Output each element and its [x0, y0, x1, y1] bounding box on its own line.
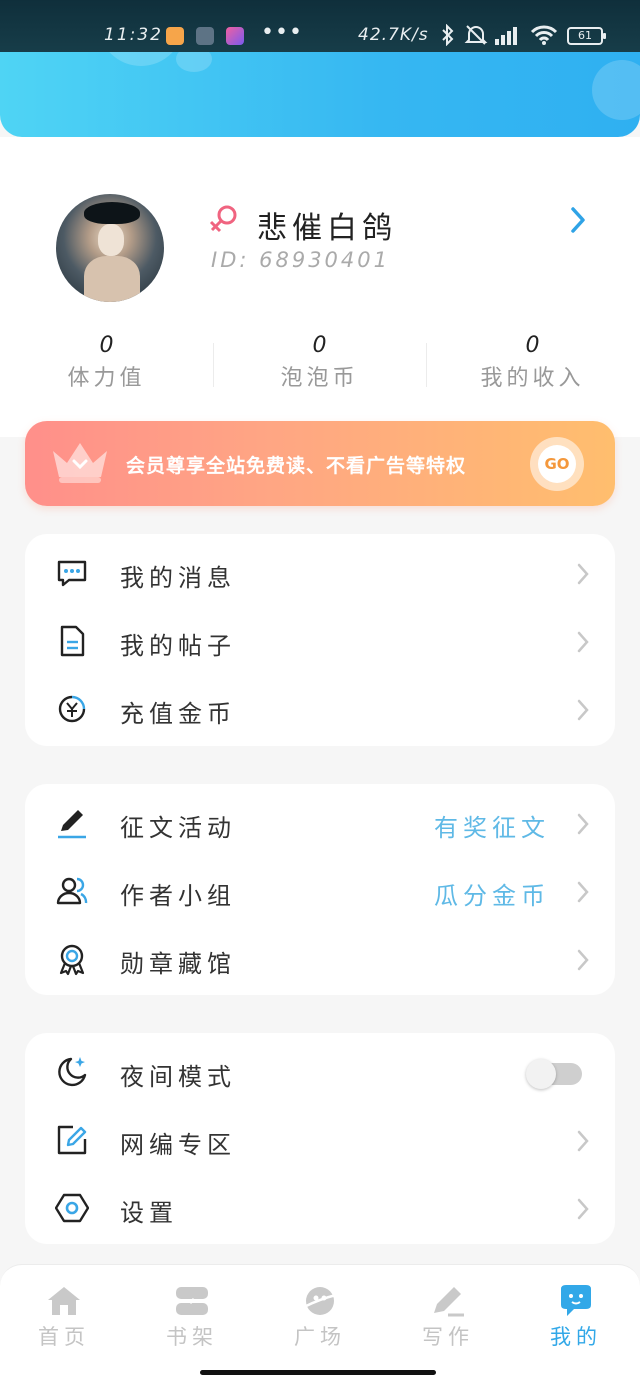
toggle-knob [526, 1059, 556, 1089]
menu-item-recharge-coins[interactable]: 充值金币 [25, 674, 615, 742]
nav-home[interactable]: 首页 [0, 1265, 128, 1365]
menu-item-essay-contest[interactable]: 征文活动 有奖征文 [25, 788, 615, 856]
nav-writing[interactable]: 写作 [384, 1265, 512, 1365]
nav-mine[interactable]: 我的 [512, 1265, 640, 1365]
vip-go-button[interactable]: GO [530, 437, 584, 491]
decor-bubble [592, 60, 640, 120]
chevron-right-icon [577, 563, 589, 585]
pen-icon [58, 810, 86, 839]
chevron-right-icon [577, 813, 589, 835]
avatar-face-shape [98, 224, 124, 256]
menu-item-label: 作者小组 [120, 882, 236, 910]
stat-income[interactable]: 0 我的收入 [426, 333, 639, 392]
go-label: GO [538, 445, 576, 483]
menu-item-my-posts[interactable]: 我的帖子 [25, 606, 615, 674]
menu-card-personal: 我的消息 我的帖子 充值金币 [25, 534, 615, 746]
nav-label: 广场 [294, 1325, 346, 1349]
home-indicator[interactable] [200, 1370, 436, 1375]
menu-item-tag: 瓜分金币 [434, 882, 550, 910]
signal-icon [495, 27, 517, 45]
stat-value: 0 [99, 333, 114, 358]
stat-stamina[interactable]: 0 体力值 [0, 333, 213, 392]
chevron-right-icon [577, 1198, 589, 1220]
female-gender-icon [209, 205, 237, 233]
nav-label: 书架 [166, 1325, 218, 1349]
bookshelf-icon [176, 1287, 208, 1315]
stat-label: 泡泡币 [280, 366, 359, 391]
menu-item-medal-gallery[interactable]: 勋章藏馆 [25, 924, 615, 992]
menu-item-label: 我的帖子 [120, 632, 236, 660]
menu-item-label: 勋章藏馆 [120, 950, 236, 978]
notification-app-icon [226, 27, 244, 45]
avatar-hat-shape [84, 202, 140, 224]
more-notifications-icon: ••• [261, 20, 303, 45]
avatar[interactable] [56, 194, 164, 302]
stat-label: 体力值 [67, 366, 146, 391]
night-mode-toggle[interactable] [526, 1059, 582, 1089]
bottom-navigation: 首页 书架 广场 写作 我的 [0, 1264, 640, 1387]
nav-label: 写作 [422, 1325, 474, 1349]
menu-item-tag: 有奖征文 [434, 814, 550, 842]
stat-label: 我的收入 [480, 366, 585, 391]
vip-promo-text: 会员尊享全站免费读、不看广告等特权 [126, 455, 467, 477]
menu-item-label: 设置 [120, 1199, 178, 1227]
menu-item-label: 我的消息 [120, 564, 236, 592]
chevron-right-icon [577, 949, 589, 971]
menu-item-editor-zone[interactable]: 网编专区 [25, 1105, 615, 1173]
stat-bubble-coins[interactable]: 0 泡泡币 [213, 333, 426, 392]
profile-chat-icon [561, 1285, 591, 1316]
message-icon [57, 560, 87, 587]
menu-card-settings: 夜间模式 网编专区 设置 [25, 1033, 615, 1244]
gear-notification-icon [196, 27, 214, 45]
mute-bell-icon [464, 25, 488, 45]
menu-item-author-group[interactable]: 作者小组 瓜分金币 [25, 856, 615, 924]
moon-icon [58, 1057, 87, 1087]
network-speed: 42.7K/s [358, 25, 429, 45]
avatar-body-shape [84, 256, 140, 302]
menu-item-label: 充值金币 [120, 700, 236, 728]
chevron-right-icon [577, 1130, 589, 1152]
user-id: ID: 68930401 [211, 248, 391, 272]
users-icon [56, 877, 88, 905]
user-stats: 0 体力值 0 泡泡币 0 我的收入 [0, 333, 640, 403]
chevron-right-icon [577, 699, 589, 721]
menu-item-my-messages[interactable]: 我的消息 [25, 538, 615, 606]
menu-card-activities: 征文活动 有奖征文 作者小组 瓜分金币 勋章藏馆 [25, 784, 615, 995]
document-icon [60, 625, 85, 657]
chevron-right-icon [577, 881, 589, 903]
yuan-coin-icon [58, 695, 86, 723]
home-icon [48, 1287, 80, 1315]
status-time: 11:32 [104, 25, 163, 45]
crown-icon [53, 443, 107, 483]
stat-value: 0 [312, 333, 327, 358]
write-icon [434, 1287, 464, 1317]
status-bar: 11:32 ••• 42.7K/s 61 [0, 0, 640, 52]
vip-banner[interactable]: 会员尊享全站免费读、不看广告等特权 GO [25, 421, 615, 506]
menu-item-night-mode[interactable]: 夜间模式 [25, 1037, 615, 1105]
battery-indicator: 61 [567, 27, 606, 45]
menu-item-label: 征文活动 [120, 814, 236, 842]
nav-label: 我的 [550, 1325, 602, 1349]
settings-icon [55, 1193, 89, 1223]
nav-plaza[interactable]: 广场 [256, 1265, 384, 1365]
stat-value: 0 [525, 333, 540, 358]
menu-item-label: 网编专区 [120, 1131, 236, 1159]
chevron-right-icon [577, 631, 589, 653]
nav-label: 首页 [38, 1325, 90, 1349]
menu-item-label: 夜间模式 [120, 1063, 236, 1091]
medal-icon [59, 944, 85, 976]
username: 悲催白鸽 [257, 211, 397, 246]
edit-icon [57, 1125, 87, 1155]
nav-bookshelf[interactable]: 书架 [128, 1265, 256, 1365]
notification-app-icon [166, 27, 184, 45]
planet-icon [303, 1287, 337, 1315]
wifi-icon [530, 25, 558, 45]
chevron-right-icon[interactable] [568, 206, 588, 234]
bluetooth-icon [442, 24, 454, 46]
menu-item-settings[interactable]: 设置 [25, 1173, 615, 1241]
